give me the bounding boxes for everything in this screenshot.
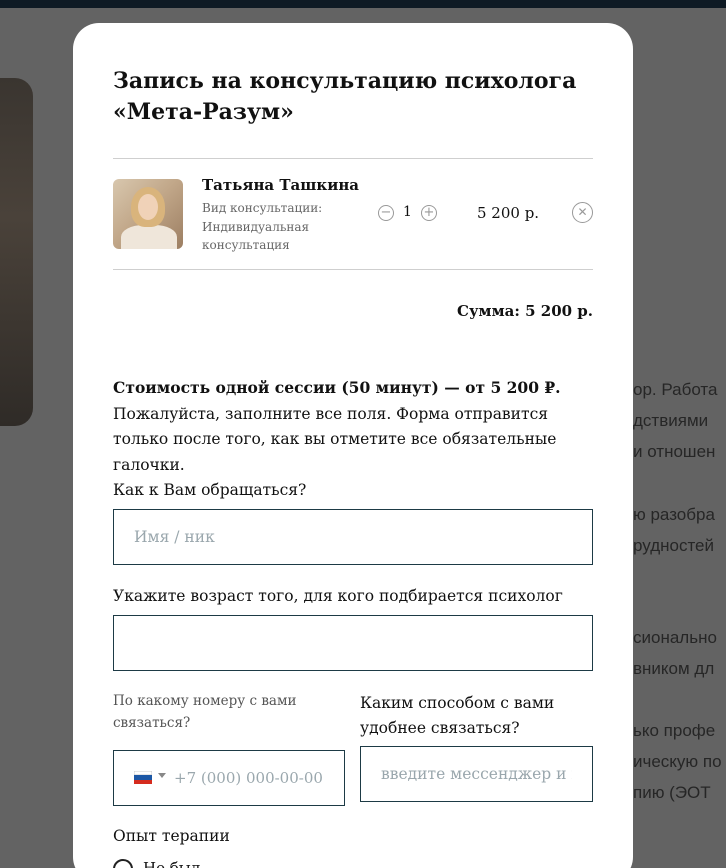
russia-flag-icon[interactable] [134, 771, 152, 784]
consultation-type: Вид консультации: Индивидуальная консульт… [202, 201, 323, 252]
therapy-radio-option[interactable] [113, 859, 133, 868]
background-text-line: ько профе [633, 721, 716, 740]
background-text-line: ическую по [633, 752, 722, 771]
phone-field [113, 750, 345, 806]
age-input[interactable] [113, 615, 593, 671]
item-price: 5 200 р. [477, 204, 540, 222]
therapy-radio-label: Не был [143, 859, 201, 868]
consultant-name: Татьяна Ташкина [202, 176, 360, 194]
order-total: Сумма: 5 200 р. [457, 302, 593, 320]
background-text-line: рудностей [633, 536, 715, 555]
chevron-down-icon[interactable] [158, 773, 166, 778]
therapy-label: Опыт терапии [113, 827, 230, 845]
modal-title: Запись на консультацию психолога «Мета-Ра… [113, 68, 577, 125]
quantity-minus-button[interactable]: − [378, 205, 394, 221]
divider [113, 158, 593, 159]
name-input[interactable] [113, 509, 593, 565]
remove-item-icon[interactable]: ✕ [572, 202, 593, 223]
background-text-line: вником дл [633, 659, 715, 678]
phone-label: По какому номеру с вами связаться? [113, 693, 297, 731]
booking-modal: Запись на консультацию психолога «Мета-Ра… [73, 23, 633, 868]
background-text-line: пию (ЭОТ [633, 783, 711, 802]
background-text-line: дствиями [633, 411, 709, 430]
phone-input[interactable] [174, 751, 344, 805]
age-label: Укажите возраст того, для кого подбирает… [113, 587, 563, 605]
quantity-plus-button[interactable]: + [421, 205, 437, 221]
background-photo [0, 78, 33, 426]
quantity-value: 1 [403, 204, 412, 220]
consultant-photo [113, 179, 183, 249]
background-text-line: сионально [633, 628, 717, 647]
form-note: Стоимость одной сессии (50 минут) — от 5… [113, 378, 561, 474]
messenger-label: Каким способом с вами удобнее связаться? [360, 694, 555, 737]
background-text-line: ор. Работа [633, 380, 718, 399]
background-text-line: и отношен [633, 442, 716, 461]
divider [113, 269, 593, 270]
top-bar [0, 0, 726, 8]
messenger-input[interactable] [360, 746, 593, 802]
background-text-line: ю разобра [633, 505, 715, 524]
name-label: Как к Вам обращаться? [113, 481, 307, 499]
